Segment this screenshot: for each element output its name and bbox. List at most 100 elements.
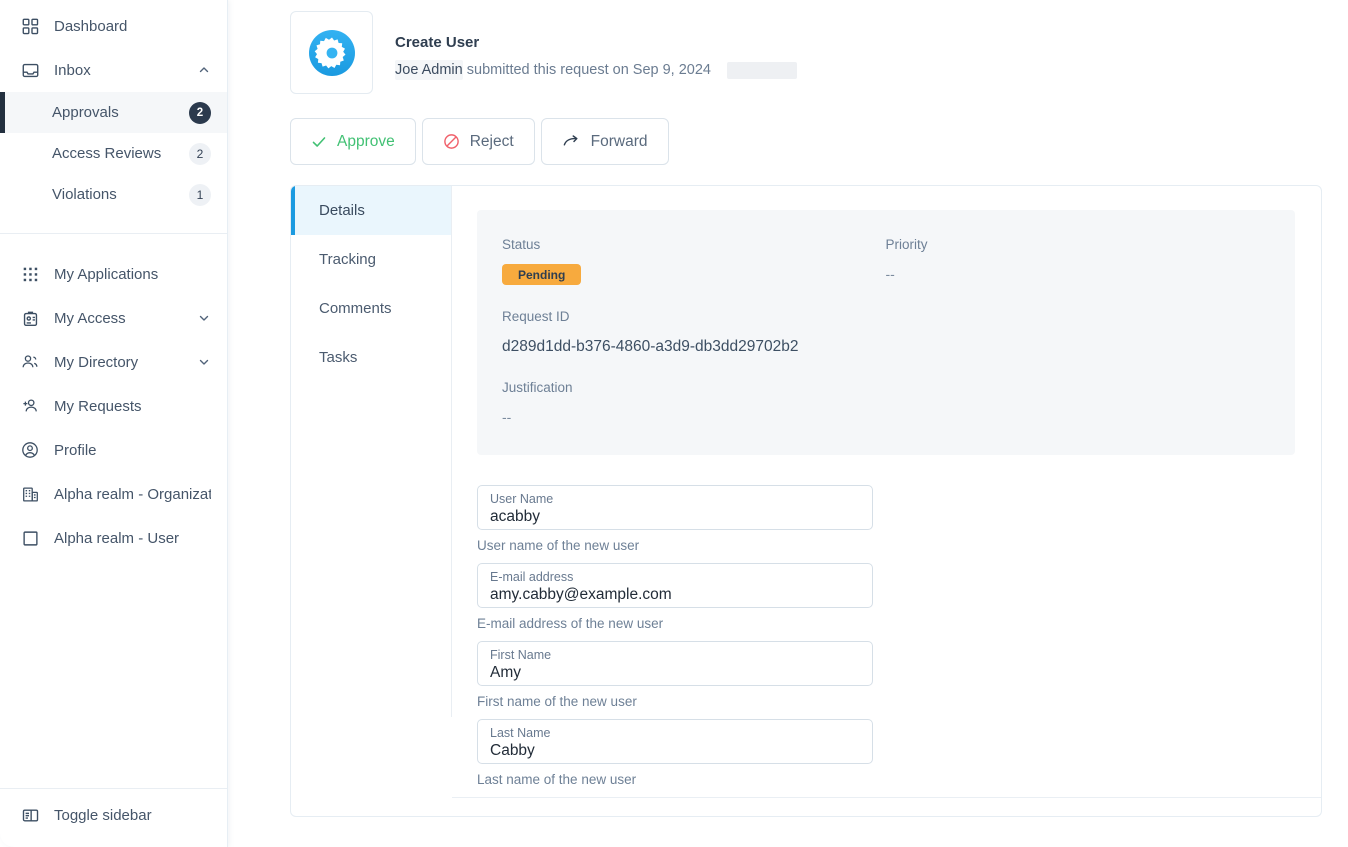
request-title-block: Create User Joe Admin submitted this req… [373, 11, 797, 80]
tab-comments[interactable]: Comments [291, 284, 452, 333]
chevron-up-icon [197, 64, 211, 76]
request-summary-panel: Status Pending Request ID d289d1dd-b376-… [477, 210, 1295, 455]
sidebar-item-label: My Directory [54, 354, 197, 371]
app-root: Dashboard Inbox Approvals 2 A [0, 0, 1348, 847]
field-value: amy.cabby@example.com [490, 585, 860, 604]
first-name-input[interactable]: First Name Amy [477, 641, 873, 686]
spacer [502, 285, 886, 308]
gear-icon [305, 26, 359, 80]
sidebar-item-label: Access Reviews [52, 145, 189, 162]
sidebar-item-approvals[interactable]: Approvals 2 [0, 92, 227, 133]
application-icon-tile [290, 11, 373, 94]
sidebar-item-label: My Applications [54, 266, 211, 283]
tab-tasks[interactable]: Tasks [291, 333, 452, 382]
people-icon [20, 352, 40, 372]
sidebar-item-label: Profile [54, 442, 211, 459]
sidebar: Dashboard Inbox Approvals 2 A [0, 0, 227, 847]
tab-tracking[interactable]: Tracking [291, 235, 452, 284]
main-content: Create User Joe Admin submitted this req… [227, 0, 1348, 847]
sidebar-item-profile[interactable]: Profile [0, 428, 227, 472]
detail-panel: Status Pending Request ID d289d1dd-b376-… [452, 186, 1321, 816]
sidebar-nav: Dashboard Inbox Approvals 2 A [0, 0, 227, 788]
organization-building-icon [20, 484, 40, 504]
last-name-input[interactable]: Last Name Cabby [477, 719, 873, 764]
field-label: E-mail address [490, 569, 860, 585]
chevron-down-icon [197, 312, 211, 324]
forward-button[interactable]: Forward [541, 118, 669, 165]
field-label: First Name [490, 647, 860, 663]
tab-details[interactable]: Details [291, 186, 452, 235]
status-label: Status [502, 236, 886, 254]
field-help-text: E-mail address of the new user [477, 616, 873, 631]
priority-value: -- [886, 266, 1270, 282]
request-id-label: Request ID [502, 308, 886, 326]
field-value: Amy [490, 663, 860, 682]
sidebar-spacer [0, 215, 227, 233]
email-input[interactable]: E-mail address amy.cabby@example.com [477, 563, 873, 608]
approve-button[interactable]: Approve [290, 118, 416, 165]
sidebar-item-access-reviews[interactable]: Access Reviews 2 [0, 133, 227, 174]
create-user-form: User Name acabby User name of the new us… [477, 455, 1295, 797]
sidebar-item-violations[interactable]: Violations 1 [0, 174, 227, 215]
id-badge-icon [20, 308, 40, 328]
field-label: User Name [490, 491, 860, 507]
forward-label: Forward [591, 133, 648, 151]
summary-right-column: Priority -- [886, 236, 1270, 425]
field-help-text: User name of the new user [477, 538, 873, 553]
sidebar-item-label: Violations [52, 186, 189, 203]
sidebar-item-label: Inbox [54, 62, 197, 79]
field-first-name: First Name Amy First name of the new use… [477, 641, 873, 709]
detail-panel-footer: Save [452, 797, 1321, 817]
priority-label: Priority [886, 236, 1270, 254]
sidebar-item-label: Alpha realm - User [54, 530, 211, 547]
field-value: Cabby [490, 741, 860, 760]
sidebar-item-label: Alpha realm - Organization [54, 486, 211, 503]
sidebar-item-inbox[interactable]: Inbox [0, 48, 227, 92]
apps-grid-icon [20, 264, 40, 284]
sidebar-item-label: My Requests [54, 398, 211, 415]
page-title: Create User [395, 33, 797, 53]
user-name-input[interactable]: User Name acabby [477, 485, 873, 530]
approve-label: Approve [337, 133, 395, 151]
access-reviews-count-badge: 2 [189, 143, 211, 165]
sidebar-item-label: My Access [54, 310, 197, 327]
tab-label: Comments [319, 300, 392, 317]
loading-placeholder [727, 62, 797, 79]
reject-label: Reject [470, 133, 514, 151]
square-outline-icon [20, 528, 40, 548]
add-person-icon [20, 396, 40, 416]
sidebar-item-my-requests[interactable]: My Requests [0, 384, 227, 428]
sidebar-item-my-applications[interactable]: My Applications [0, 252, 227, 296]
chevron-down-icon [197, 356, 211, 368]
violations-count-badge: 1 [189, 184, 211, 206]
request-id-value: d289d1dd-b376-4860-a3d9-db3dd29702b2 [502, 338, 886, 356]
toggle-sidebar-button[interactable]: Toggle sidebar [0, 793, 227, 837]
detail-tabs: Details Tracking Comments Tasks [291, 186, 452, 816]
field-label: Last Name [490, 725, 860, 741]
toggle-sidebar-label: Toggle sidebar [54, 807, 211, 824]
user-circle-icon [20, 440, 40, 460]
sidebar-item-label: Dashboard [54, 18, 211, 35]
status-badge: Pending [502, 264, 581, 285]
detail-panel-body: Status Pending Request ID d289d1dd-b376-… [452, 186, 1321, 797]
sidebar-item-alpha-realm-user[interactable]: Alpha realm - User [0, 516, 227, 560]
field-last-name: Last Name Cabby Last name of the new use… [477, 719, 873, 787]
no-entry-icon [443, 133, 460, 150]
reject-button[interactable]: Reject [422, 118, 535, 165]
forward-arrow-icon [562, 133, 581, 150]
field-value: acabby [490, 507, 860, 526]
justification-value: -- [502, 409, 886, 425]
sidebar-item-dashboard[interactable]: Dashboard [0, 4, 227, 48]
request-action-buttons: Approve Reject Forward [290, 118, 1322, 165]
sidebar-spacer [0, 234, 227, 252]
sidebar-item-my-directory[interactable]: My Directory [0, 340, 227, 384]
request-subtitle: Joe Admin submitted this request on Sep … [395, 60, 797, 80]
sidebar-item-my-access[interactable]: My Access [0, 296, 227, 340]
field-help-text: First name of the new user [477, 694, 873, 709]
toggle-sidebar-icon [20, 805, 40, 825]
approvals-count-badge: 2 [189, 102, 211, 124]
sidebar-item-alpha-realm-organization[interactable]: Alpha realm - Organization [0, 472, 227, 516]
sidebar-item-label: Approvals [52, 104, 189, 121]
tab-label: Tasks [319, 349, 357, 366]
field-user-name: User Name acabby User name of the new us… [477, 485, 873, 553]
